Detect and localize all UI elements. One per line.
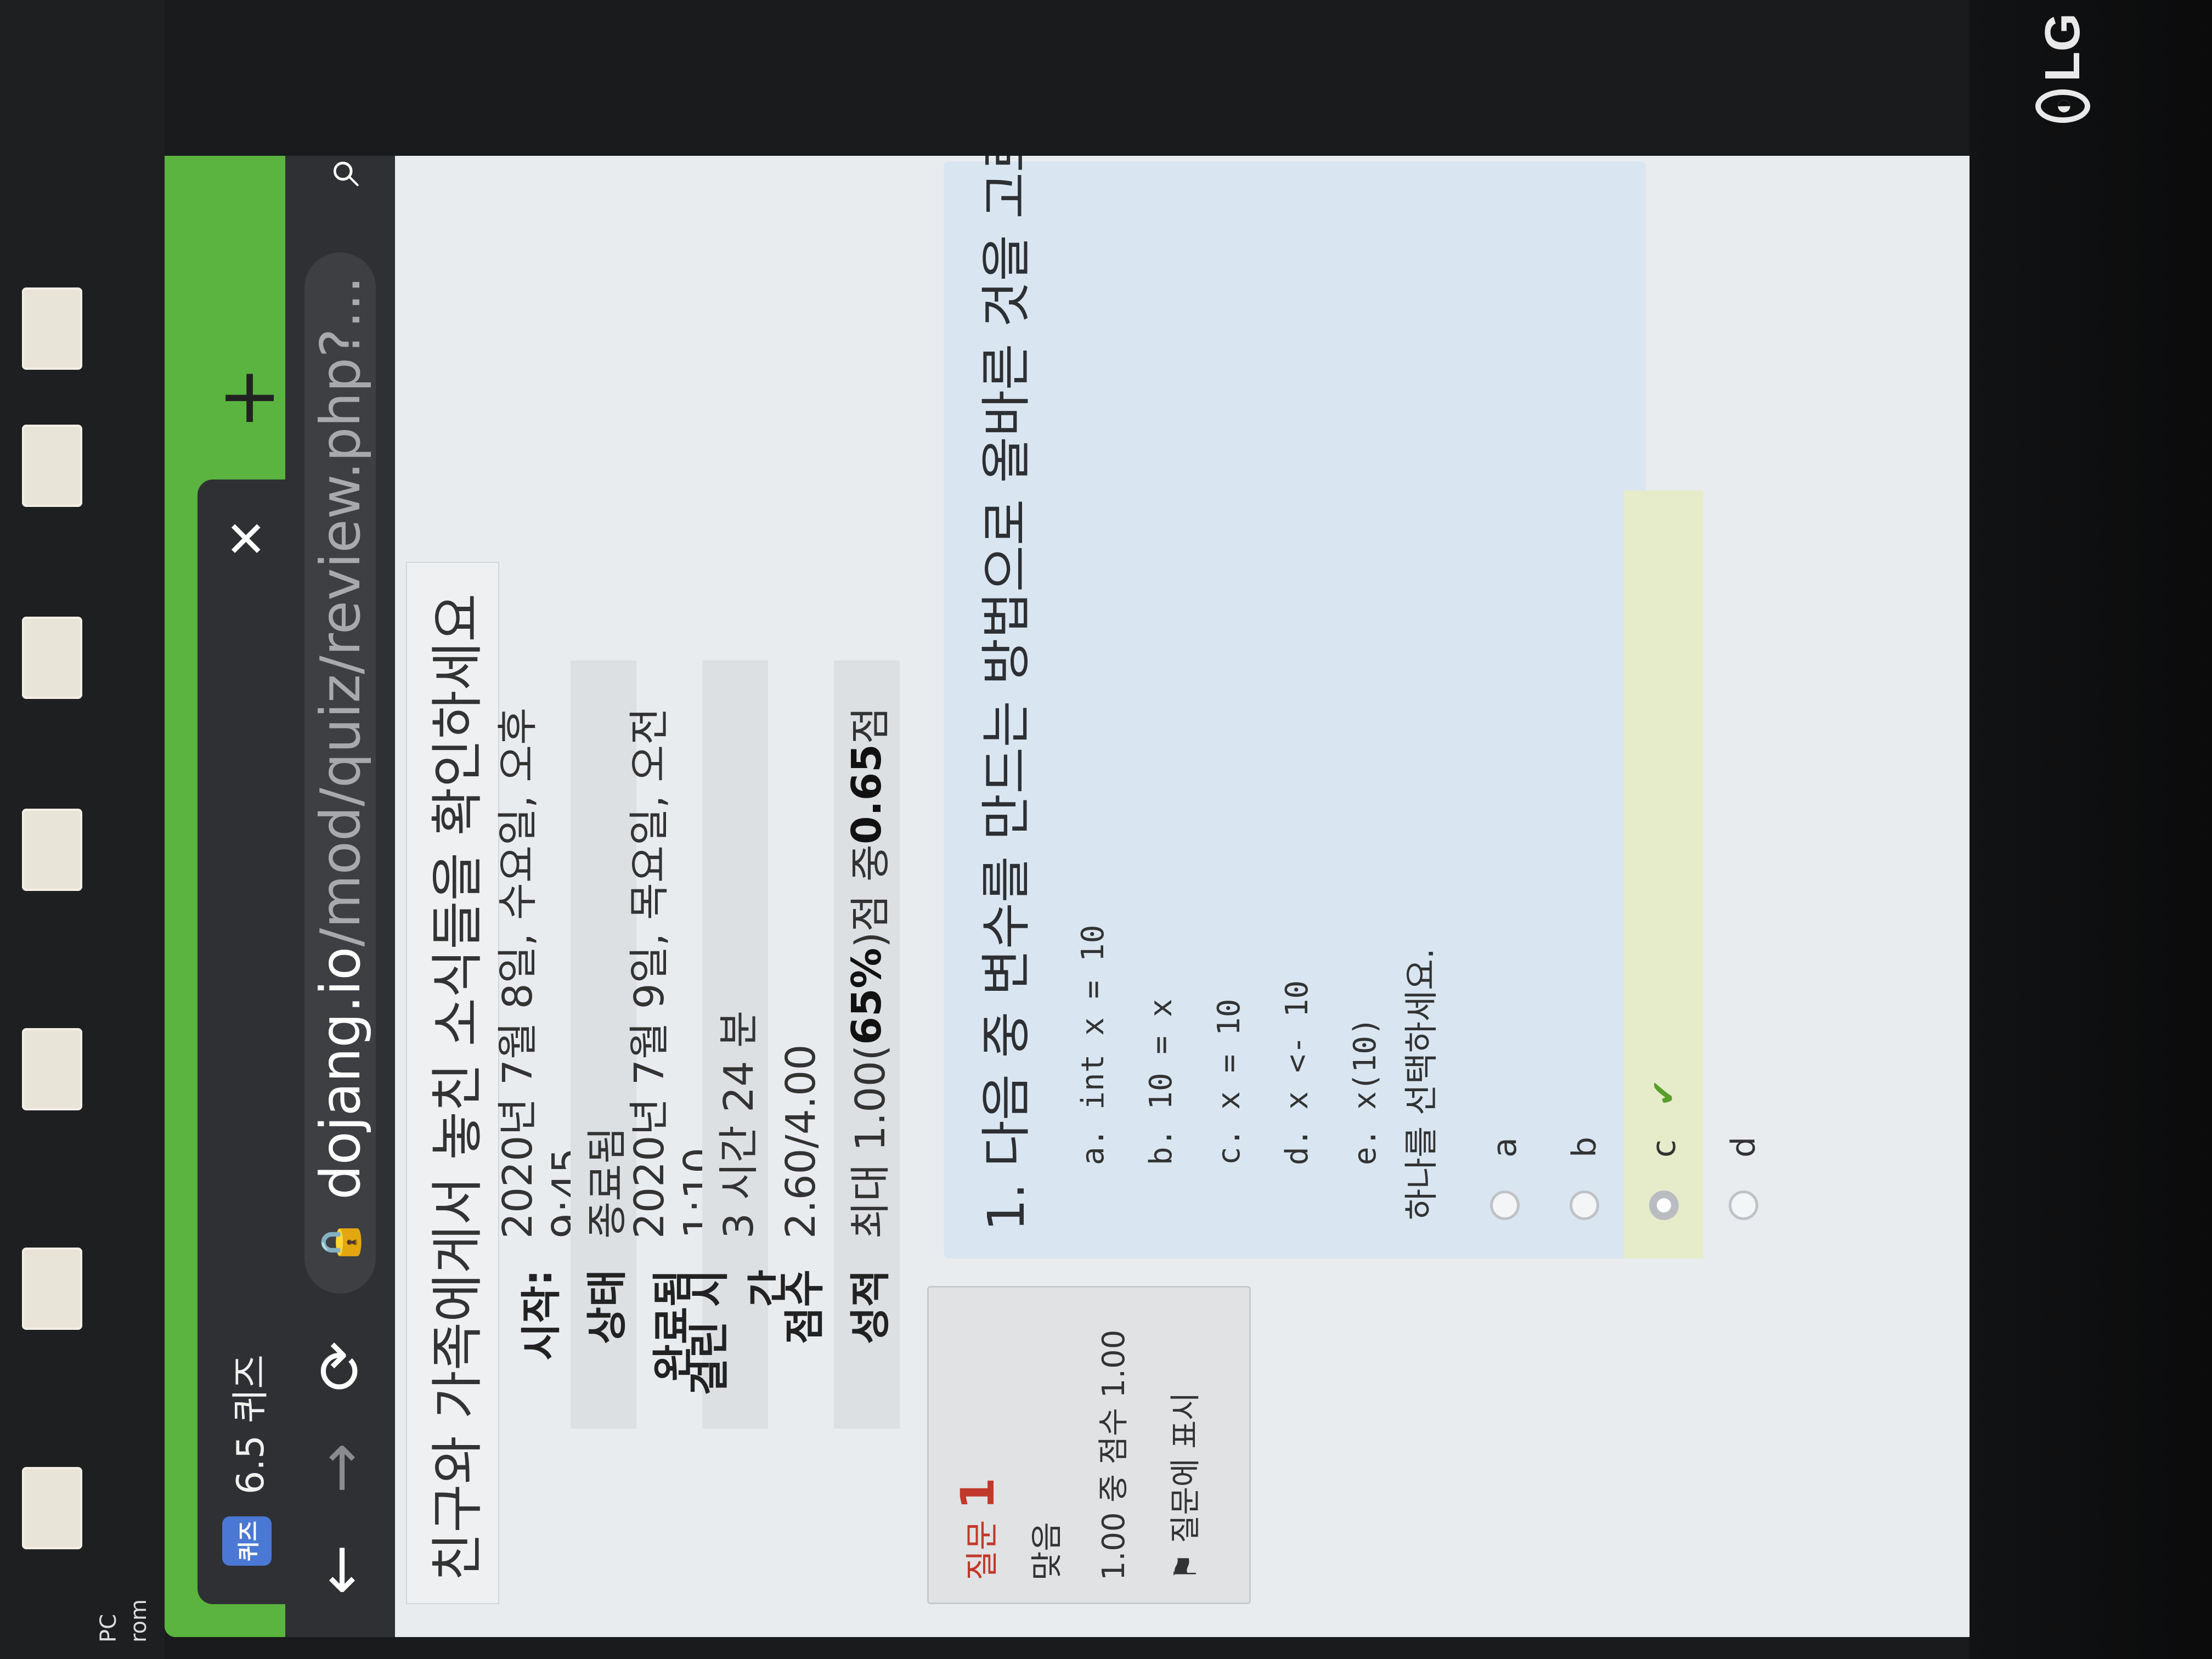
question-mark: 1.00 중 점수 1.00 [1096, 1329, 1132, 1581]
browser-toolbar: ← → ⟳ 🔒 dojang.io/mod/quiz/review.php?..… [285, 156, 395, 1637]
answer-option-d[interactable]: d [1703, 490, 1783, 1259]
desktop-icon[interactable] [22, 809, 82, 891]
forward-arrow-icon[interactable]: → [305, 1439, 375, 1497]
code-option: e. x(10) [1347, 1017, 1383, 1165]
radio-button[interactable] [1728, 1190, 1758, 1220]
active-tab[interactable]: 퀴즈 6.5 퀴즈 ✕ [198, 479, 296, 1604]
code-option: c. x = 10 [1211, 998, 1247, 1165]
question-box: 1. 다음 중 변수를 만드는 방법으로 올바른 것을 고르세 a. int x… [944, 156, 1763, 1259]
correct-check-icon: ✔ [1644, 1079, 1683, 1107]
url-text: dojang.io/mod/quiz/review.php?... [308, 276, 373, 1200]
summary-key: 성적 [834, 1253, 900, 1429]
address-bar[interactable]: 🔒 dojang.io/mod/quiz/review.php?... [304, 252, 376, 1294]
browser-window: 퀴즈 6.5 퀴즈 ✕ + ← → ⟳ 🔒 dojang.io/mod/quiz… [165, 156, 1975, 1637]
reload-icon[interactable]: ⟳ [305, 1338, 375, 1395]
favicon-icon: 퀴즈 [222, 1516, 272, 1566]
summary-row: 성적 최대 1.00(65%)점 중 0.65 점 [834, 661, 900, 1429]
question-state: 맞음 [1028, 1522, 1065, 1581]
attempt-summary-table: 시작: 2020년 7월 8일, 수요일, 오후 9:45 상태 종료됨 완료됨… [494, 661, 900, 1429]
question-info-panel: 질문 1 맞음 1.00 중 점수 1.00 ⚑ 질문에 표시 [927, 1286, 1251, 1604]
answer-list: a b c ✔ d [1465, 490, 1783, 1259]
laptop-bezel [1970, 0, 2212, 1659]
summary-key: 시작: [514, 1269, 565, 1361]
answer-option-a[interactable]: a [1465, 490, 1544, 1259]
radio-button[interactable] [1489, 1190, 1520, 1220]
tab-title: 6.5 퀴즈 [229, 1355, 273, 1494]
summary-key: 상태 [571, 1253, 636, 1429]
code-options: a. int x = 10 b. 10 = x c. x = 10 d. x <… [1059, 925, 1399, 1165]
answer-prompt: 하나를 선택하세요. [1401, 948, 1441, 1220]
tab-strip: 퀴즈 6.5 퀴즈 ✕ + [165, 156, 296, 1637]
summary-value: 2020년 7월 8일, 수요일, 오후 9:45 [494, 707, 591, 1239]
answer-option-b[interactable]: b [1544, 490, 1624, 1259]
summary-row: 점수 2.60/4.00 [768, 661, 834, 1429]
desktop-icon[interactable] [22, 287, 82, 370]
summary-value: 3 시간 24 분 [702, 661, 768, 1253]
summary-value: 2020년 7월 9일, 목요일, 오전 1:10 [625, 707, 723, 1239]
brand-logo: ◐ LG [2030, 13, 2096, 123]
back-arrow-icon[interactable]: ← [305, 1541, 375, 1599]
summary-value: 2.60/4.00 [777, 1044, 825, 1239]
code-option: a. int x = 10 [1075, 924, 1111, 1165]
page-content: 친구와 가족에게서 놓친 소식들을 확인하세요 시작: 2020년 7월 8일,… [395, 156, 1975, 1637]
lock-icon: 🔒 [317, 1218, 363, 1267]
desktop-icon[interactable] [22, 1248, 82, 1330]
new-tab-button[interactable]: + [203, 366, 292, 430]
desktop-icon[interactable] [22, 1028, 82, 1110]
search-icon[interactable]: ⌕ [308, 156, 373, 187]
close-tab-icon[interactable]: ✕ [218, 518, 276, 559]
question-number: 질문 1 [951, 1477, 1005, 1581]
question-text: 1. 다음 중 변수를 만드는 방법으로 올바른 것을 고르세 [977, 156, 1036, 1231]
flag-icon: ⚑ [1168, 1553, 1204, 1581]
summary-key: 점수 [781, 1269, 828, 1345]
summary-value: 최대 1.00(65%)점 중 0.65 점 [834, 661, 900, 1253]
code-option: b. 10 = x [1143, 998, 1179, 1165]
summary-row: 걸린 시간 3 시간 24 분 [686, 661, 792, 1429]
radio-button[interactable] [1649, 1190, 1679, 1220]
summary-key: 걸린 시간 [686, 1253, 792, 1429]
desktop-icon[interactable] [22, 1467, 82, 1549]
flag-question-link[interactable]: ⚑ 질문에 표시 [1161, 1310, 1205, 1581]
lg-logo-icon: ◐ [2035, 89, 2090, 123]
answer-option-c[interactable]: c ✔ [1624, 490, 1703, 1259]
code-option: d. x <- 10 [1279, 980, 1315, 1165]
photo-stage: PC rom 퀴즈 6.5 퀴즈 ✕ + ← → ⟳ 🔒 dojang.io/m… [0, 0, 2212, 1659]
desktop-icon[interactable] [22, 617, 82, 699]
summary-row: 시작: 2020년 7월 8일, 수요일, 오후 9:45 [494, 661, 591, 1429]
desktop-strip: PC rom [0, 0, 165, 1659]
radio-button[interactable] [1569, 1190, 1599, 1220]
desktop-icon[interactable] [22, 425, 82, 507]
desktop-label: PC [96, 1613, 121, 1643]
desktop-label: rom [126, 1599, 151, 1643]
